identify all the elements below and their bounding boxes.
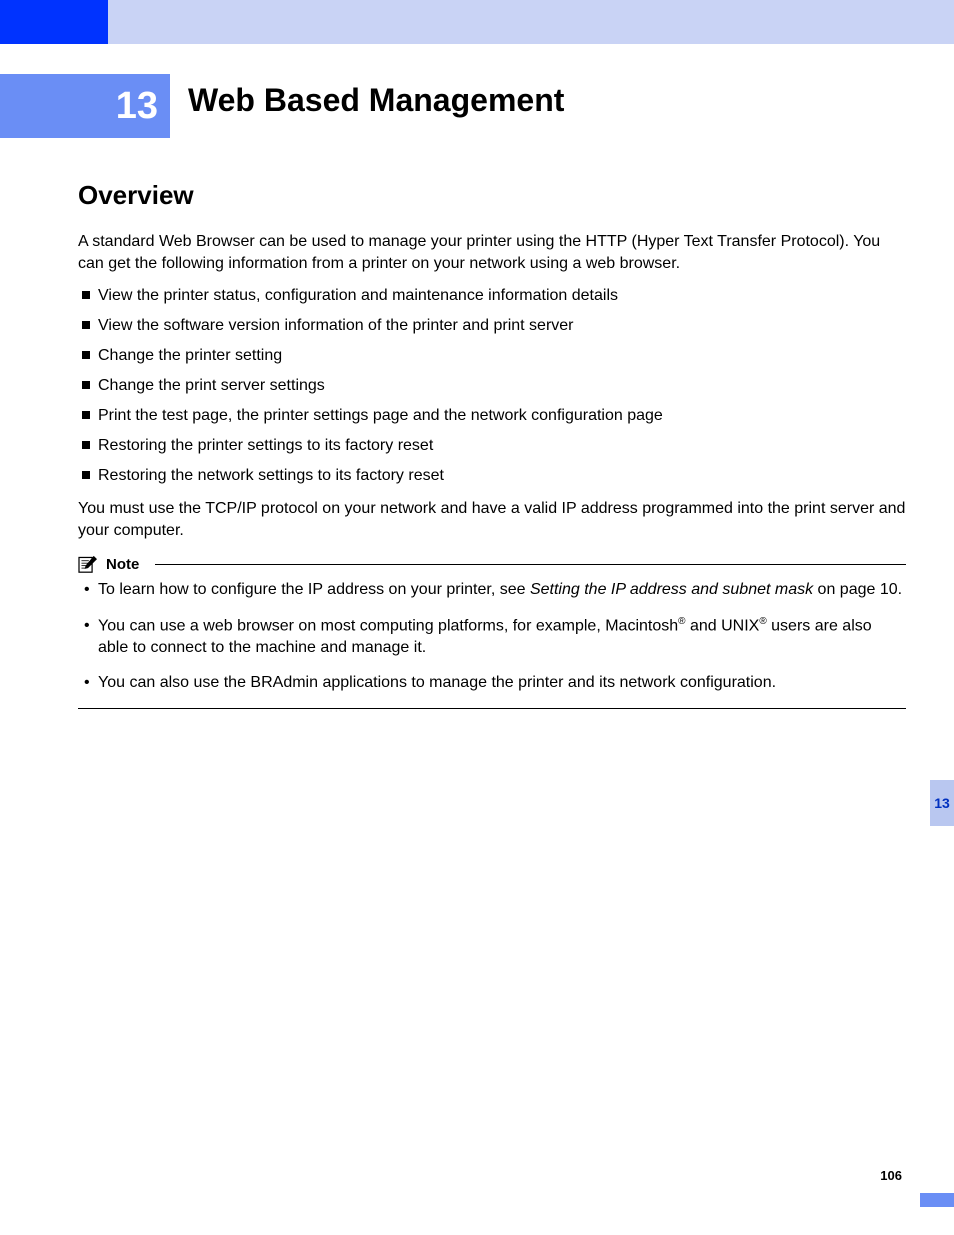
note-text: To learn how to configure the IP address… [98,581,530,598]
side-tab: 13 [930,780,954,826]
pencil-note-icon [78,555,98,573]
intro-paragraph: A standard Web Browser can be used to ma… [78,231,906,274]
section-heading: Overview [78,180,906,211]
list-item: View the software version information of… [78,314,906,338]
note-box: Note To learn how to configure the IP ad… [78,555,906,709]
note-item: You can use a web browser on most comput… [84,615,906,659]
page-number: 106 [880,1168,902,1183]
header-band [0,0,954,44]
side-tab-number: 13 [934,795,950,811]
registered-mark: ® [759,616,766,627]
list-item: View the printer status, configuration a… [78,284,906,308]
list-item: Restoring the printer settings to its fa… [78,434,906,458]
note-label: Note [106,556,139,573]
note-item: To learn how to configure the IP address… [84,579,906,601]
note-text-italic: Setting the IP address and subnet mask [530,581,813,598]
note-text: You can use a web browser on most comput… [98,617,678,634]
chapter-number: 13 [116,85,158,128]
list-item: Change the printer setting [78,344,906,368]
list-item: Restoring the network settings to its fa… [78,464,906,488]
note-text: on page 10. [813,581,902,598]
chapter-title: Web Based Management [188,82,564,119]
note-bottom-rule [78,708,906,709]
bottom-accent-strip [920,1193,954,1207]
list-item: Change the print server settings [78,374,906,398]
registered-mark: ® [678,616,685,627]
note-list: To learn how to configure the IP address… [84,579,906,694]
note-text: and UNIX [686,617,760,634]
note-top-rule [155,564,906,565]
note-header: Note [78,555,906,573]
header-blue-block [0,0,108,44]
header-light-block [108,0,954,44]
content-area: Overview A standard Web Browser can be u… [78,180,906,709]
closing-paragraph: You must use the TCP/IP protocol on your… [78,498,906,541]
list-item: Print the test page, the printer setting… [78,404,906,428]
chapter-number-badge: 13 [0,74,170,138]
note-item: You can also use the BRAdmin application… [84,672,906,694]
feature-list: View the printer status, configuration a… [78,284,906,488]
